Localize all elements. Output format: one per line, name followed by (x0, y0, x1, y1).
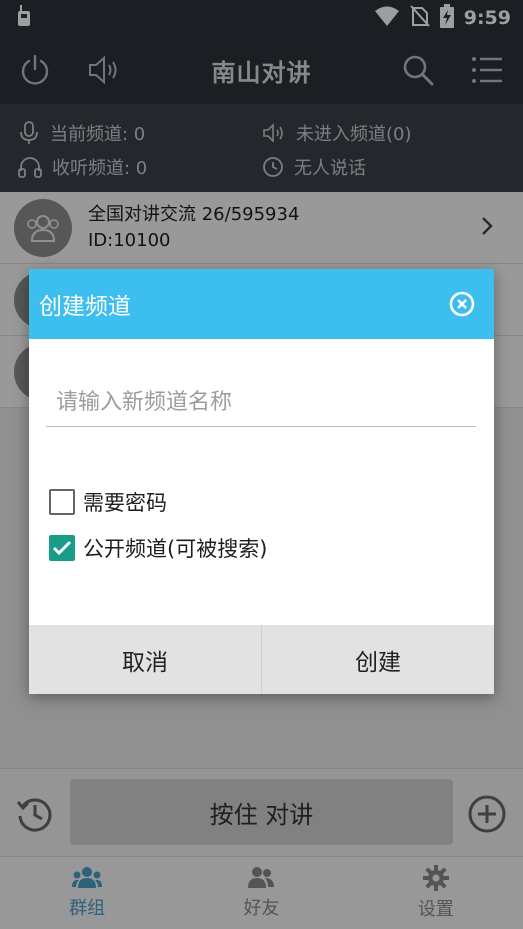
dialog-title: 创建频道 (39, 294, 131, 320)
checkbox-unchecked-icon[interactable] (49, 489, 75, 515)
channel-name-input[interactable] (46, 379, 476, 427)
require-password-checkbox[interactable]: 需要密码 (49, 487, 167, 517)
dialog-footer: 取消 创建 (29, 625, 494, 694)
public-channel-checkbox[interactable]: 公开频道(可被搜索) (49, 533, 267, 563)
create-button[interactable]: 创建 (261, 625, 494, 694)
cancel-button[interactable]: 取消 (29, 625, 261, 694)
close-icon[interactable] (448, 290, 476, 318)
dialog-header: 创建频道 (29, 269, 494, 339)
checkbox-checked-icon[interactable] (49, 535, 75, 561)
create-channel-dialog: 创建频道 需要密码 公开频道(可被搜索) 取消 创建 (29, 269, 494, 694)
